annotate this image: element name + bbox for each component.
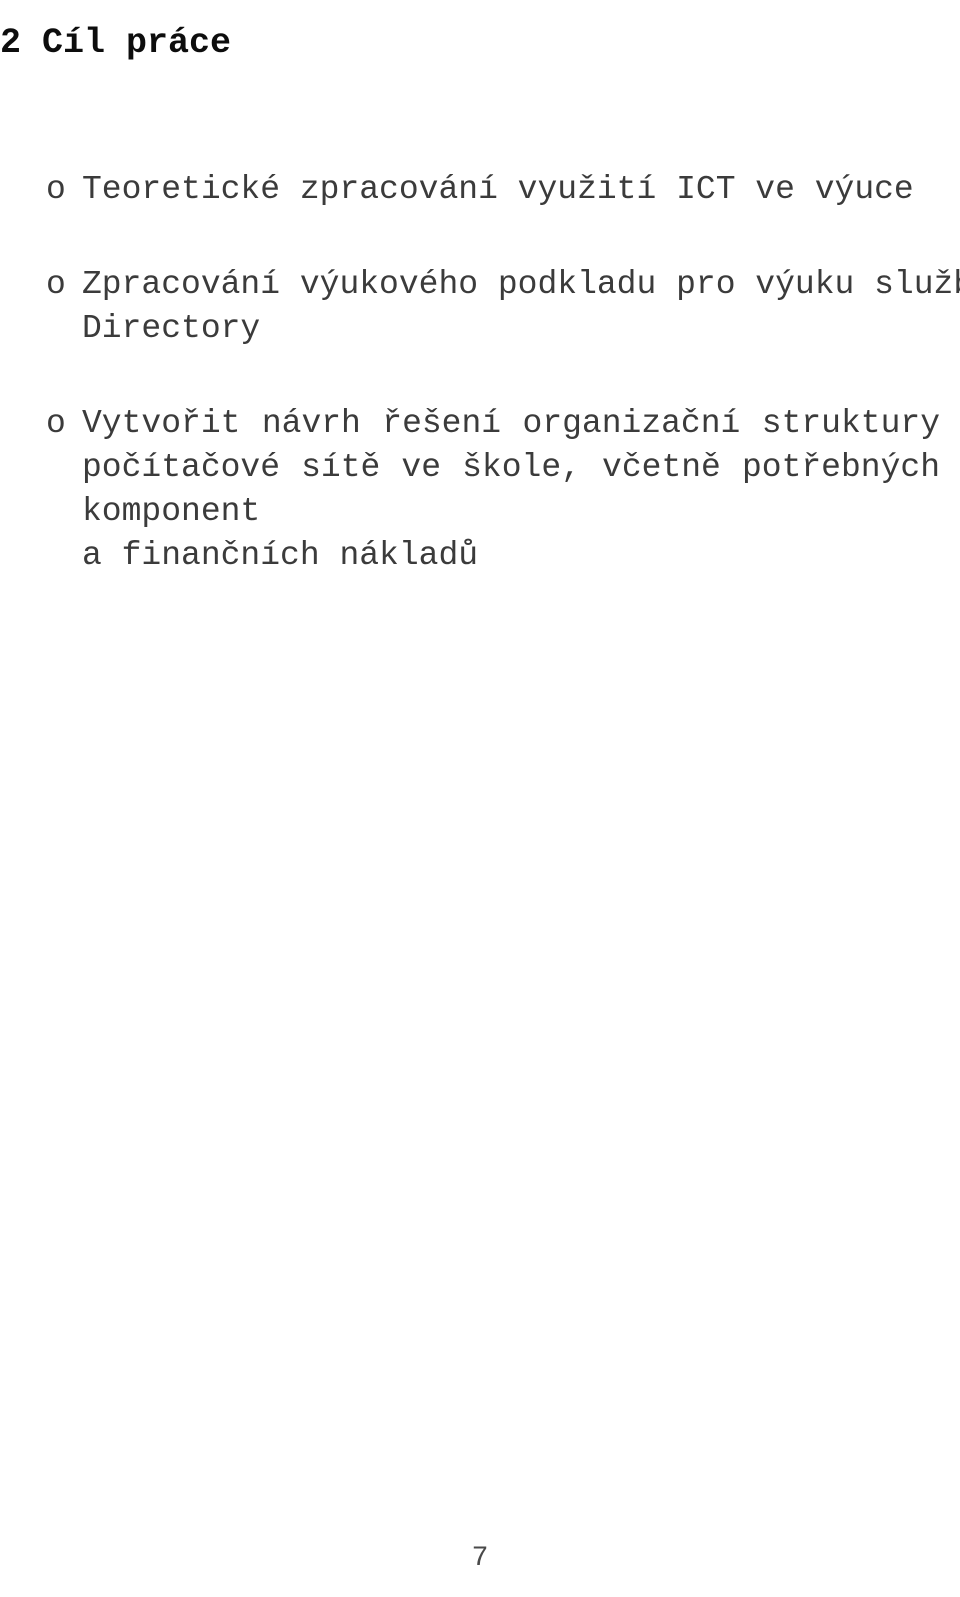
list-item-text: Vytvořit návrh řešení organizační strukt… xyxy=(82,402,940,578)
text-line: Directory xyxy=(82,310,261,347)
list-item: o Vytvořit návrh řešení organizační stru… xyxy=(0,402,960,578)
list-item: o Zpracování výukového podkladu pro výuk… xyxy=(0,263,960,351)
page-heading: 2 Cíl práce xyxy=(0,23,232,64)
text-line: počítačové sítě ve škole, včetně potřebn… xyxy=(82,449,940,530)
text-line: a finančních nákladů xyxy=(82,537,479,574)
document-page: 2 Cíl práce o Teoretické zpracování využ… xyxy=(0,0,960,1597)
list-item: o Teoretické zpracování využití ICT ve v… xyxy=(0,168,960,212)
text-line: Zpracování výukového podkladu pro výuku … xyxy=(82,266,960,303)
bullet-marker-icon: o xyxy=(46,171,66,208)
objectives-bullet-list: o Teoretické zpracování využití ICT ve v… xyxy=(0,168,960,578)
bullet-marker-icon: o xyxy=(46,266,66,303)
text-line: Vytvořit návrh řešení organizační strukt… xyxy=(82,405,940,442)
text-line: Teoretické zpracování využití ICT ve výu… xyxy=(82,171,914,208)
bullet-marker-icon: o xyxy=(46,405,66,442)
list-item-text: Teoretické zpracování využití ICT ve výu… xyxy=(82,168,940,212)
list-item-text: Zpracování výukového podkladu pro výuku … xyxy=(82,263,960,351)
page-number: 7 xyxy=(471,1543,489,1574)
